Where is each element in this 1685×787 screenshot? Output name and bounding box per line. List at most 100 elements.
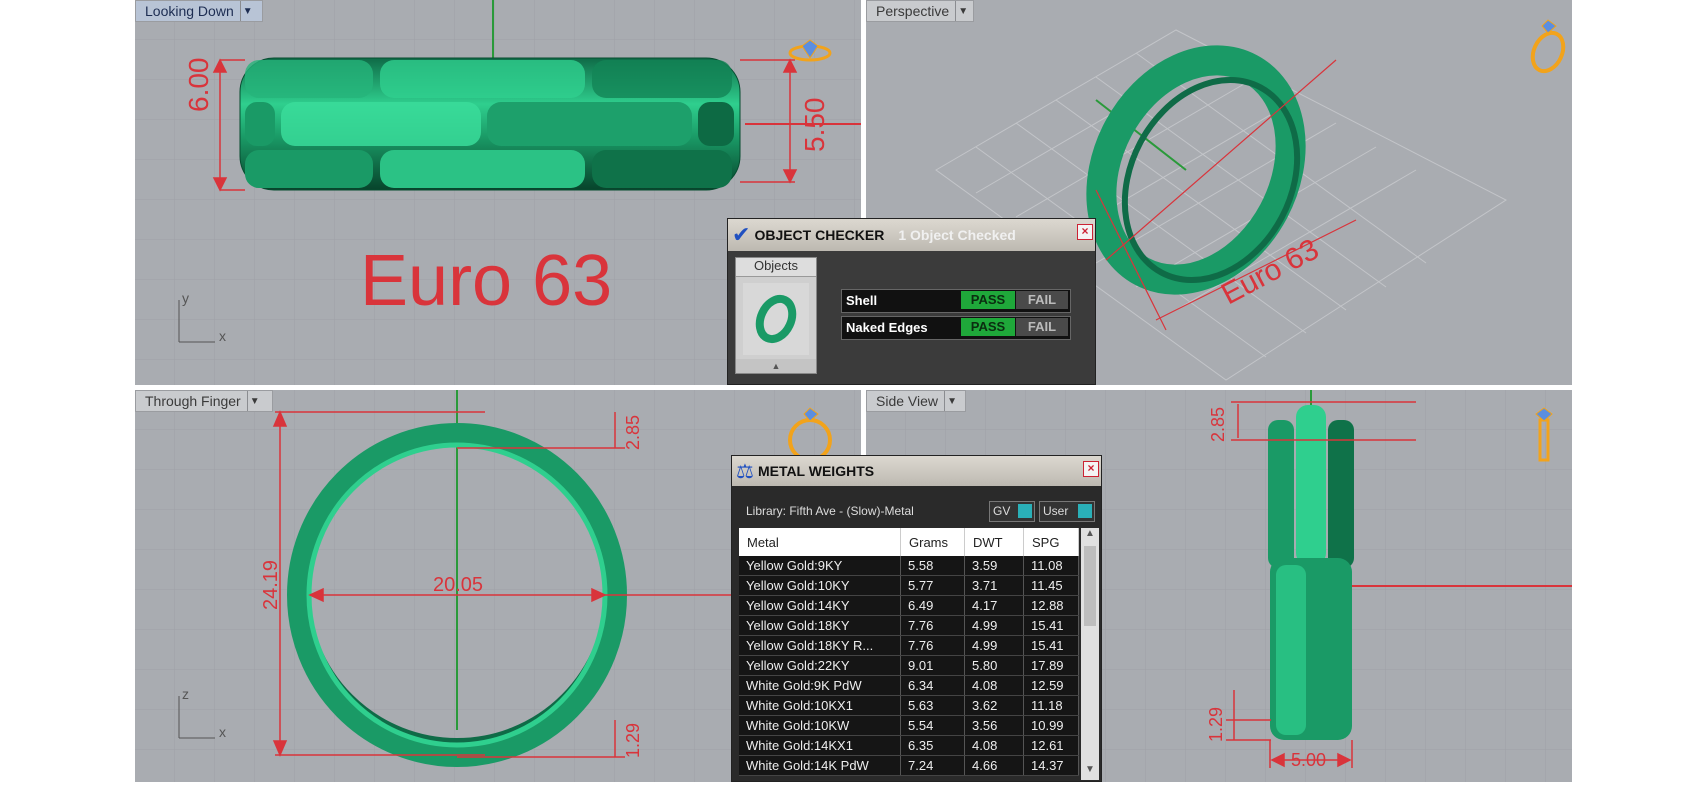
scroll-up-icon[interactable]: ▲ [736, 359, 816, 373]
object-checker-titlebar[interactable]: ✔ OBJECT CHECKER 1 Object Checked × [728, 219, 1095, 251]
column-header-dwt[interactable]: DWT [964, 528, 1024, 556]
metal-table: Metal Grams DWT SPG Yellow Gold:9KY 5.58 3… [739, 528, 1079, 776]
metal-weights-titlebar[interactable]: ⚖ METAL WEIGHTS × [732, 456, 1101, 486]
metal-name-cell: White Gold:9K PdW [739, 675, 901, 696]
toggle-switch-icon [1078, 504, 1092, 518]
dwt-cell: 3.62 [964, 695, 1024, 716]
objects-list: Objects ▲ [735, 257, 817, 374]
grams-cell: 5.58 [900, 556, 965, 576]
axis-label-z: z [182, 686, 189, 702]
metal-scale-icon: ⚖ [736, 460, 754, 483]
grams-cell: 5.77 [900, 575, 965, 596]
library-label: Library: Fifth Ave - (Slow)-Metal [746, 504, 914, 518]
grams-cell: 5.54 [900, 715, 965, 736]
grams-cell: 7.24 [900, 755, 965, 776]
viewport-tab-side-view[interactable]: Side View ▼ [866, 390, 966, 412]
gv-toggle[interactable]: GV [989, 501, 1035, 522]
grams-cell: 6.49 [900, 595, 965, 616]
grams-cell: 5.63 [900, 695, 965, 716]
dim-top-label: 2.85 [623, 414, 643, 450]
check-label: Shell [846, 293, 878, 308]
close-icon[interactable]: × [1077, 224, 1093, 240]
chevron-down-icon[interactable]: ▼ [239, 1, 255, 21]
viewport-tab-label: Looking Down [145, 3, 234, 19]
object-checker-panel: ✔ OBJECT CHECKER 1 Object Checked × Obje… [727, 218, 1096, 385]
table-header-row: Metal Grams DWT SPG [739, 528, 1079, 556]
dwt-cell: 4.99 [964, 615, 1024, 636]
fail-button[interactable]: FAIL [1016, 291, 1068, 309]
fail-button[interactable]: FAIL [1016, 318, 1068, 336]
table-row[interactable]: White Gold:10KW 5.54 3.56 10.99 [739, 715, 1079, 736]
scroll-up-icon[interactable]: ▲ [1081, 528, 1099, 544]
spg-cell: 15.41 [1023, 635, 1079, 656]
dim-bottom-label: 1.29 [623, 722, 643, 758]
spg-cell: 11.08 [1023, 556, 1079, 576]
table-row[interactable]: Yellow Gold:9KY 5.58 3.59 11.08 [739, 556, 1079, 576]
column-header-spg[interactable]: SPG [1023, 528, 1079, 556]
checkmark-icon: ✔ [732, 222, 751, 247]
scrollbar-thumb[interactable] [1084, 546, 1096, 626]
metal-name-cell: Yellow Gold:18KY [739, 615, 901, 636]
object-thumbnail[interactable] [743, 283, 809, 355]
vertical-scrollbar[interactable]: ▲ ▼ [1081, 528, 1099, 780]
chevron-down-icon[interactable]: ▼ [955, 1, 970, 21]
metal-name-cell: Yellow Gold:22KY [739, 655, 901, 676]
band-side-profile [1268, 405, 1354, 740]
object-checker-title: OBJECT CHECKER [754, 227, 885, 243]
dwt-cell: 3.71 [964, 575, 1024, 596]
viewport-tab-looking-down[interactable]: Looking Down ▼ [135, 0, 263, 22]
column-header-metal[interactable]: Metal [739, 528, 901, 556]
metal-name-cell: White Gold:14KX1 [739, 735, 901, 756]
metal-name-cell: Yellow Gold:10KY [739, 575, 901, 596]
grams-cell: 9.01 [900, 655, 965, 676]
dwt-cell: 4.66 [964, 755, 1024, 776]
scroll-down-icon[interactable]: ▼ [1081, 764, 1099, 780]
gv-toggle-label: GV [993, 504, 1011, 518]
chevron-down-icon[interactable]: ▼ [944, 391, 959, 411]
table-row[interactable]: Yellow Gold:18KY R... 7.76 4.99 15.41 [739, 635, 1079, 656]
viewport-tab-through-finger[interactable]: Through Finger ▼ [135, 390, 273, 412]
dwt-cell: 3.56 [964, 715, 1024, 736]
grams-cell: 6.34 [900, 675, 965, 696]
dwt-cell: 4.08 [964, 675, 1024, 696]
spg-cell: 11.18 [1023, 695, 1079, 716]
grams-cell: 6.35 [900, 735, 965, 756]
table-row[interactable]: White Gold:10KX1 5.63 3.62 11.18 [739, 695, 1079, 716]
metal-weights-title: METAL WEIGHTS [757, 463, 875, 479]
table-row[interactable]: Yellow Gold:14KY 6.49 4.17 12.88 [739, 595, 1079, 616]
table-row[interactable]: White Gold:14K PdW 7.24 4.66 14.37 [739, 755, 1079, 776]
grams-cell: 7.76 [900, 615, 965, 636]
dwt-cell: 5.80 [964, 655, 1024, 676]
spg-cell: 12.59 [1023, 675, 1079, 696]
metal-name-cell: Yellow Gold:9KY [739, 556, 901, 576]
spg-cell: 14.37 [1023, 755, 1079, 776]
close-icon[interactable]: × [1083, 461, 1099, 477]
toggle-switch-icon [1018, 504, 1032, 518]
pass-button[interactable]: PASS [961, 318, 1015, 336]
metal-name-cell: Yellow Gold:14KY [739, 595, 901, 616]
pass-button[interactable]: PASS [961, 291, 1015, 309]
axis-label-x: x [219, 724, 226, 740]
dim-inner-label: 5.50 [799, 97, 830, 153]
object-checker-status: 1 Object Checked [898, 227, 1016, 243]
table-row[interactable]: Yellow Gold:10KY 5.77 3.71 11.45 [739, 575, 1079, 596]
chevron-down-icon[interactable]: ▼ [246, 391, 262, 411]
table-row[interactable]: White Gold:9K PdW 6.34 4.08 12.59 [739, 675, 1079, 696]
dwt-cell: 4.99 [964, 635, 1024, 656]
table-row[interactable]: White Gold:14KX1 6.35 4.08 12.61 [739, 735, 1079, 756]
user-toggle[interactable]: User [1039, 501, 1095, 522]
column-header-grams[interactable]: Grams [900, 528, 965, 556]
viewport-tab-label: Through Finger [145, 393, 241, 409]
dim-inner-label: 20.05 [433, 574, 484, 596]
dim-outer-label: 24.19 [260, 559, 282, 610]
dwt-cell: 4.08 [964, 735, 1024, 756]
metal-name-cell: Yellow Gold:18KY R... [739, 635, 901, 656]
table-row[interactable]: Yellow Gold:18KY 7.76 4.99 15.41 [739, 615, 1079, 636]
viewport-tab-perspective[interactable]: Perspective ▼ [866, 0, 974, 22]
table-row[interactable]: Yellow Gold:22KY 9.01 5.80 17.89 [739, 655, 1079, 676]
viewport-tab-label: Perspective [876, 3, 950, 19]
spg-cell: 12.61 [1023, 735, 1079, 756]
metal-table-wrap: Metal Grams DWT SPG Yellow Gold:9KY 5.58 3… [739, 528, 1081, 783]
spg-cell: 10.99 [1023, 715, 1079, 736]
axis-label-x: x [219, 328, 226, 344]
